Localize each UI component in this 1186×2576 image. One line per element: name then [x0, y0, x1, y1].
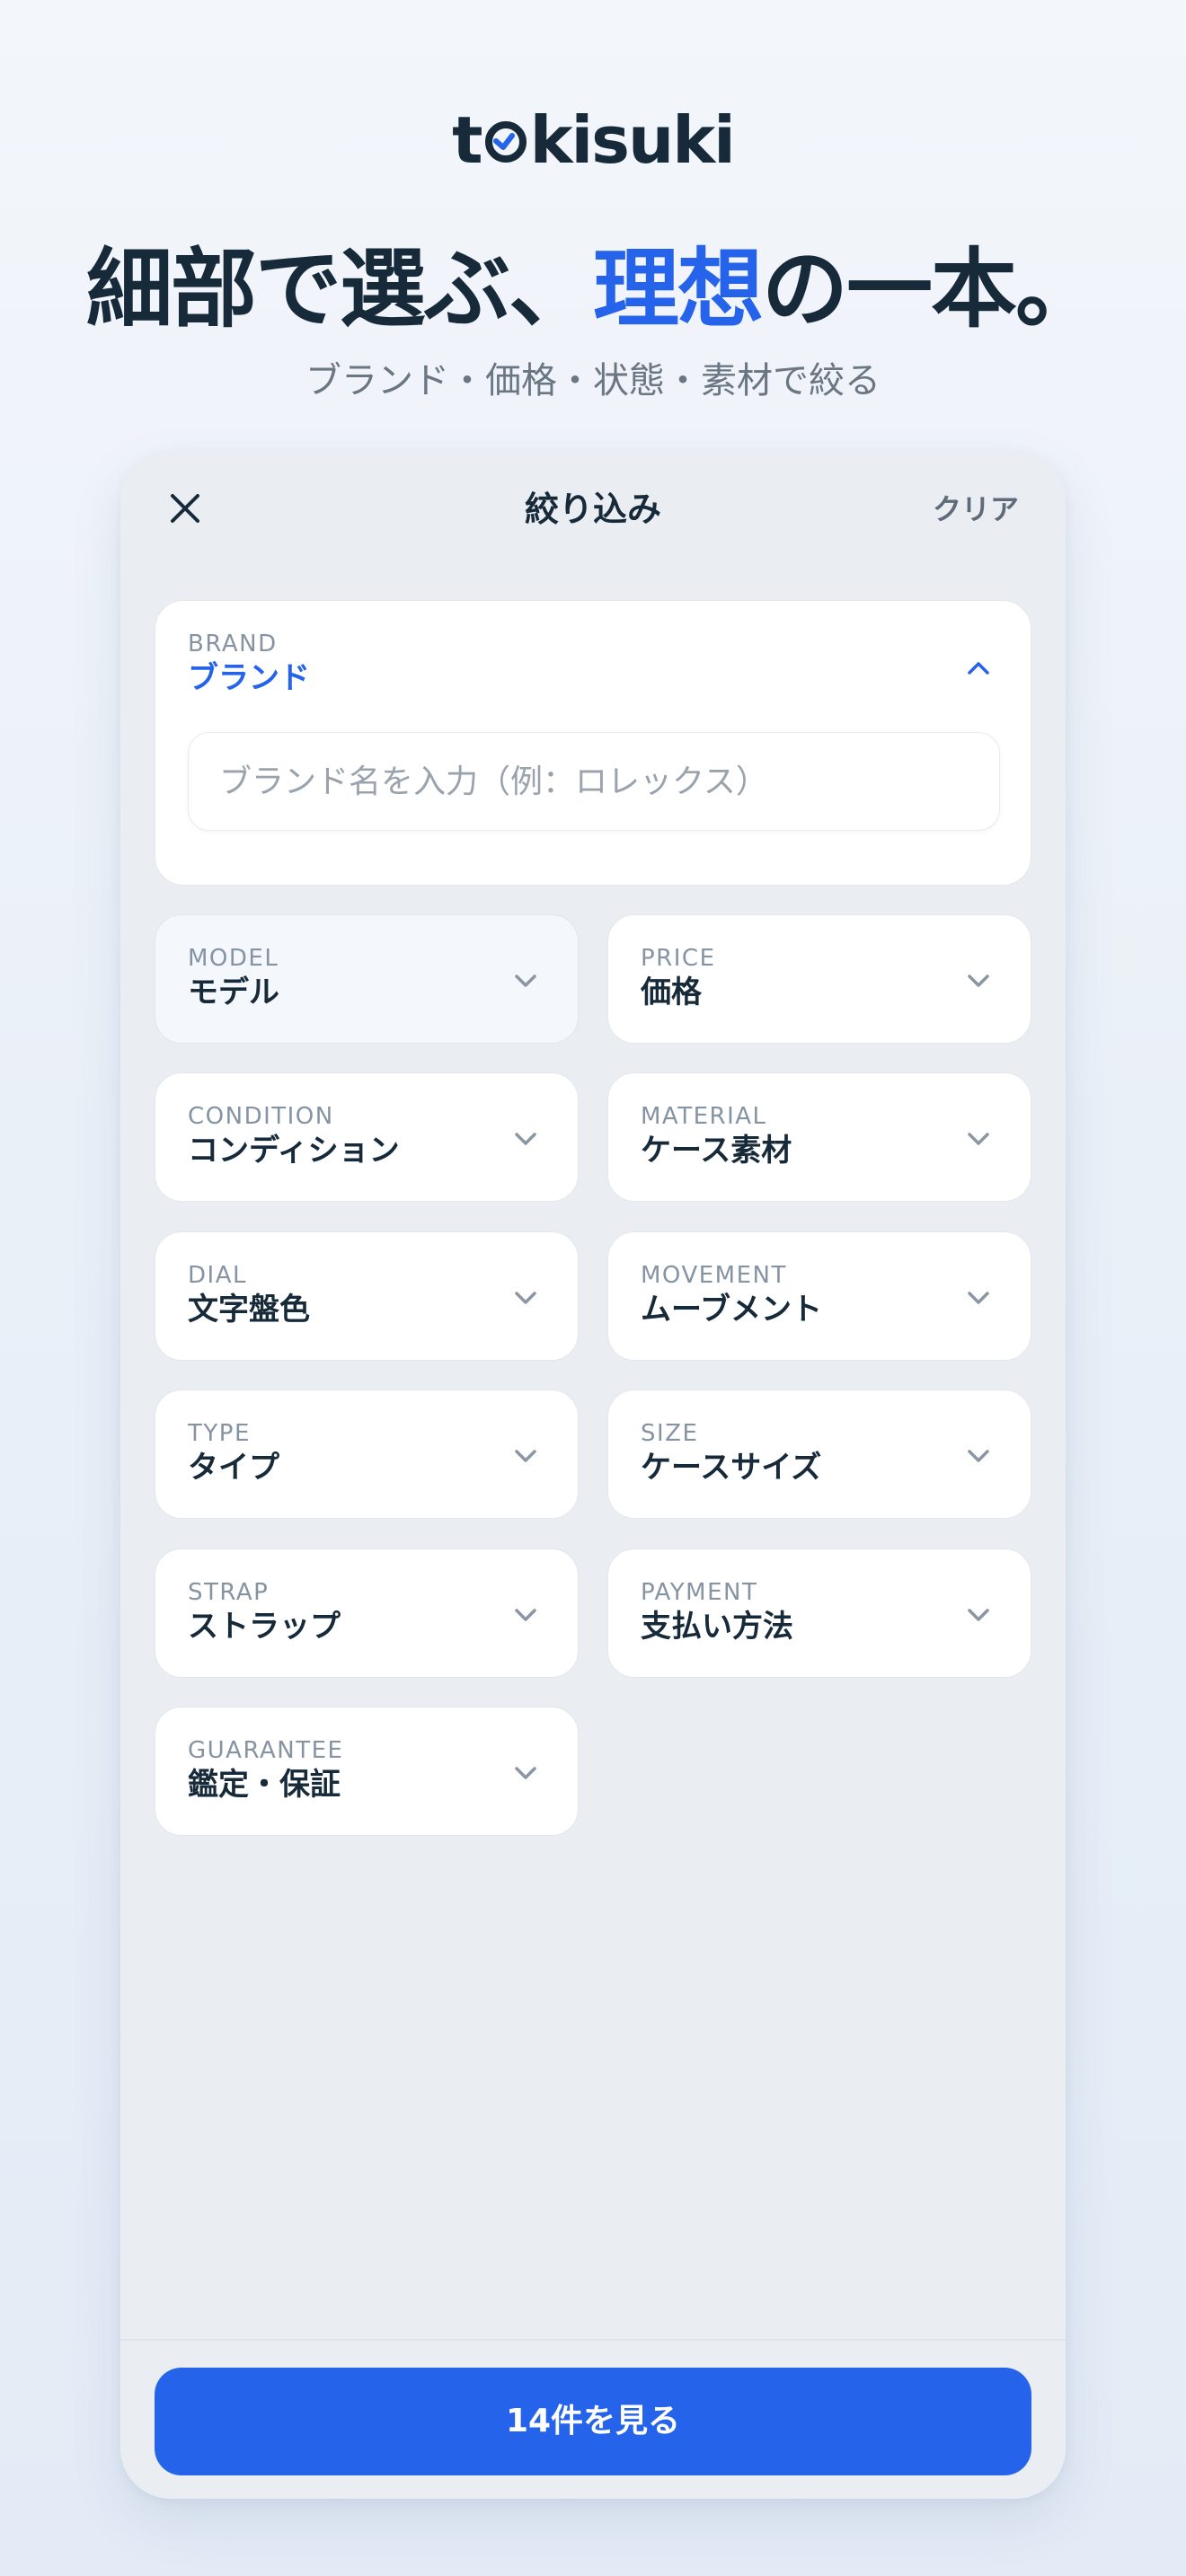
panel-header: 絞り込み クリア: [120, 451, 1066, 568]
filter-type[interactable]: TYPE タイプ: [155, 1389, 579, 1519]
filter-label-en: GUARANTEE: [188, 1737, 344, 1764]
panel-title: 絞り込み: [524, 490, 661, 529]
filter-label-ja: タイプ: [188, 1450, 279, 1486]
chevron-down-icon: [515, 1450, 536, 1462]
filter-guarantee[interactable]: GUARANTEE 鑑定・保証: [155, 1707, 579, 1836]
filter-label-ja: ケース素材: [641, 1133, 792, 1169]
chevron-down-icon: [968, 975, 989, 987]
chevron-down-icon: [515, 1292, 536, 1304]
filter-label-en: PAYMENT: [641, 1579, 758, 1606]
chevron-down-icon: [968, 1133, 989, 1145]
clear-button[interactable]: クリア: [933, 489, 1019, 530]
filter-label-en: CONDITION: [188, 1103, 334, 1130]
chevron-down-icon: [968, 1292, 989, 1304]
filter-label-ja: 文字盤色: [188, 1292, 310, 1328]
chevron-down-icon: [515, 1609, 536, 1621]
filter-size[interactable]: SIZE ケースサイズ: [607, 1389, 1031, 1519]
filter-movement[interactable]: MOVEMENT ムーブメント: [607, 1231, 1031, 1361]
filter-label-en: TYPE: [188, 1420, 251, 1447]
chevron-down-icon: [515, 1767, 536, 1779]
filter-label-en: MODEL: [188, 945, 279, 972]
brand-filter-label-en: BRAND: [188, 631, 278, 657]
filter-model[interactable]: MODEL モデル: [155, 914, 579, 1044]
filter-label-ja: モデル: [188, 975, 279, 1010]
filter-label-en: DIAL: [188, 1262, 247, 1289]
filter-condition[interactable]: CONDITION コンディション: [155, 1072, 579, 1202]
filter-label-ja: ムーブメント: [641, 1292, 822, 1328]
filter-label-ja: コンディション: [188, 1133, 400, 1169]
headline-part-2: の一本。: [762, 239, 1102, 340]
hero-subtitle: ブランド・価格・状態・素材で絞る: [305, 360, 881, 401]
filter-label-en: SIZE: [641, 1420, 699, 1447]
filter-label-en: STRAP: [188, 1579, 270, 1606]
brand-search-input[interactable]: [188, 732, 1000, 831]
filter-payment[interactable]: PAYMENT 支払い方法: [607, 1548, 1031, 1678]
filter-label-ja: 支払い方法: [641, 1609, 793, 1645]
filter-label-ja: ケースサイズ: [641, 1450, 822, 1486]
logo-text-start: t: [452, 102, 482, 178]
filter-panel: 絞り込み クリア BRAND ブランド MODEL モデル PRICE 価格 C…: [120, 451, 1066, 2499]
logo-text-end: kisuki: [529, 102, 736, 178]
filter-label-en: MATERIAL: [641, 1103, 767, 1130]
clock-o-icon: [483, 99, 528, 163]
brand-filter: BRAND ブランド: [155, 600, 1031, 886]
chevron-down-icon: [968, 1609, 989, 1621]
show-results-button[interactable]: 14件を見る: [155, 2368, 1031, 2475]
brand-filter-label-ja[interactable]: ブランド: [188, 658, 310, 698]
headline-part-1: 細部で選ぶ、: [86, 239, 595, 340]
filter-label-en: MOVEMENT: [641, 1262, 787, 1289]
filter-material[interactable]: MATERIAL ケース素材: [607, 1072, 1031, 1202]
chevron-down-icon: [515, 1133, 536, 1145]
chevron-down-icon: [515, 975, 536, 987]
app-logo: t kisuki: [0, 97, 1186, 183]
filter-label-ja: ストラップ: [188, 1609, 341, 1645]
filter-label-ja: 価格: [641, 975, 702, 1010]
filter-dial[interactable]: DIAL 文字盤色: [155, 1231, 579, 1361]
hero-headline: 細部で選ぶ、理想の一本。: [0, 235, 1186, 343]
filter-strap[interactable]: STRAP ストラップ: [155, 1548, 579, 1678]
filter-label-en: PRICE: [641, 945, 716, 972]
panel-footer: 14件を見る: [120, 2339, 1066, 2499]
chevron-up-icon[interactable]: [962, 653, 995, 685]
filter-label-ja: 鑑定・保証: [188, 1767, 341, 1803]
headline-accent: 理想: [593, 239, 764, 340]
chevron-down-icon: [968, 1450, 989, 1462]
filter-price[interactable]: PRICE 価格: [607, 914, 1031, 1044]
